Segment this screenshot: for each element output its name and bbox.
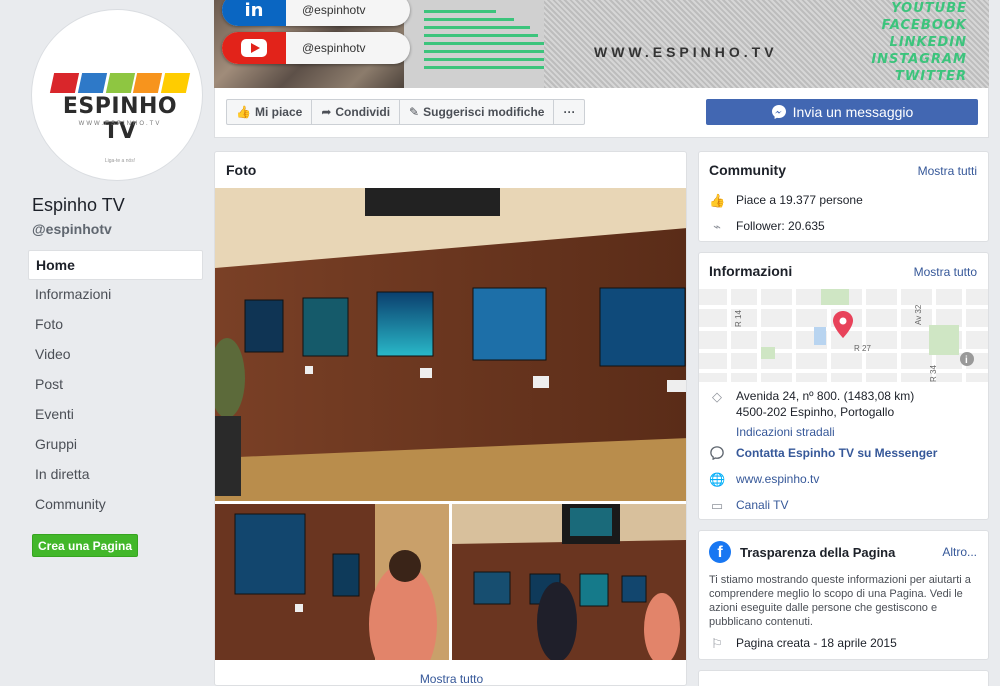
cover-social-list: YOUTUBE FACEBOOK LINKEDIN INSTAGRAM TWIT…: [871, 0, 967, 85]
messenger-row: Contatta Espinho TV su Messenger: [709, 446, 937, 462]
nav-item-eventi[interactable]: Eventi: [28, 400, 203, 430]
community-show-all-link[interactable]: Mostra tutti: [918, 164, 977, 178]
photo-exhibition-right[interactable]: [452, 504, 686, 660]
page-action-bar: 👍 Mi piace ➦ Condividi ✎ Suggerisci modi…: [214, 88, 989, 138]
cover-stripes: [424, 10, 544, 80]
cover-social-facebook: FACEBOOK: [881, 18, 967, 33]
address-line-2: 4500-202 Espinho, Portogallo: [736, 405, 895, 419]
messenger-icon: [771, 105, 786, 119]
youtube-handle: @espinhotv: [302, 41, 366, 55]
logo-url: WWW.ESPINHO.TV: [78, 121, 162, 127]
location-map[interactable]: R 14 R 27 Av 32 R 34 i: [699, 289, 988, 382]
thumbs-up-icon: 👍: [709, 193, 726, 208]
nav-item-video[interactable]: Video: [28, 340, 203, 370]
youtube-icon: [222, 32, 286, 64]
send-message-button[interactable]: Invia un messaggio: [706, 99, 978, 125]
category-row: ▭ Canali TV: [709, 498, 789, 514]
cover-social-youtube: YOUTUBE: [891, 1, 967, 16]
nav-item-gruppi[interactable]: Gruppi: [28, 430, 203, 460]
globe-icon: 🌐: [709, 472, 726, 487]
messenger-contact-link[interactable]: Contatta Espinho TV su Messenger: [736, 446, 937, 460]
info-show-all-link[interactable]: Mostra tutto: [914, 265, 977, 279]
like-button[interactable]: 👍 Mi piace: [226, 99, 313, 125]
flag-icon: ⚐: [711, 636, 723, 651]
directions-link[interactable]: Indicazioni stradali: [736, 425, 914, 439]
logo-tagline: Liga-te a nós!: [104, 158, 136, 164]
cover-photo[interactable]: in @espinhotv @espinhotv WWW.ESPINHO.TV …: [214, 0, 989, 88]
cover-social-instagram: INSTAGRAM: [871, 52, 967, 67]
linkedin-handle: @espinhotv: [302, 3, 366, 17]
page-handle[interactable]: @espinhotv: [32, 221, 112, 237]
messenger-icon: [709, 446, 725, 462]
website-row: 🌐 www.espinho.tv: [709, 472, 819, 488]
community-box: Community Mostra tutti 👍 Piace a 19.377 …: [698, 151, 989, 242]
photo-exhibition-left[interactable]: [215, 504, 449, 660]
transparency-more-link[interactable]: Altro...: [942, 545, 977, 559]
cover-social-linkedin: LINKEDIN: [889, 35, 967, 50]
directions-diamond-icon: ◇: [712, 389, 722, 404]
facebook-icon: f: [709, 541, 731, 563]
transparency-box: f Trasparenza della Pagina Altro... Ti s…: [698, 530, 989, 660]
share-button[interactable]: ➦ Condividi: [311, 99, 401, 125]
map-label-av32: Av 32: [914, 304, 923, 325]
logo-text: ESPINHO TV: [62, 94, 178, 144]
linkedin-icon: in: [222, 0, 286, 26]
next-box-partial: [698, 670, 989, 686]
pencil-icon: ✎: [409, 105, 420, 119]
svg-text:i: i: [965, 355, 968, 366]
photos-title[interactable]: Foto: [226, 162, 256, 178]
photos-panel: Foto Mostra tutto: [214, 151, 687, 686]
transparency-text: Ti stiamo mostrando queste informazioni …: [709, 574, 971, 628]
community-title[interactable]: Community: [709, 162, 786, 178]
website-link[interactable]: www.espinho.tv: [736, 472, 819, 486]
share-arrow-icon: ➦: [321, 105, 332, 119]
category-tv-icon: ▭: [710, 498, 724, 513]
suggest-edits-button[interactable]: ✎ Suggerisci modifiche: [399, 99, 555, 125]
thumbs-up-icon: 👍: [236, 105, 251, 119]
cover-linkedin-pill: in @espinhotv: [222, 0, 410, 26]
transparency-title: Trasparenza della Pagina: [740, 545, 896, 560]
nav-item-foto[interactable]: Foto: [28, 310, 203, 340]
nav-item-informazioni[interactable]: Informazioni: [28, 280, 203, 310]
page-nav: Home Informazioni Foto Video Post Eventi…: [28, 250, 203, 520]
more-options-button[interactable]: ···: [553, 99, 586, 125]
nav-item-community[interactable]: Community: [28, 490, 203, 520]
community-likes-row: 👍 Piace a 19.377 persone: [709, 193, 863, 208]
category-link[interactable]: Canali TV: [736, 498, 788, 512]
rss-icon: ⌁: [713, 219, 721, 234]
address-row: ◇ Avenida 24, nº 800. (1483,08 km) 4500-…: [709, 389, 914, 439]
cover-youtube-pill: @espinhotv: [222, 32, 410, 64]
address-line-1: Avenida 24, nº 800. (1483,08 km): [736, 389, 915, 403]
page-name[interactable]: Espinho TV: [32, 195, 125, 216]
page-created-row: ⚐ Pagina creata - 18 aprile 2015: [709, 636, 897, 652]
cover-social-twitter: TWITTER: [895, 69, 967, 84]
logo-color-blocks: [49, 73, 191, 93]
photo-exhibition-main[interactable]: [215, 188, 686, 501]
create-page-button[interactable]: Crea una Pagina: [32, 534, 138, 557]
nav-item-in-diretta[interactable]: In diretta: [28, 460, 203, 490]
map-label-r34: R 34: [929, 365, 938, 382]
map-label-r27: R 27: [854, 344, 871, 353]
profile-picture[interactable]: ESPINHO TV WWW.ESPINHO.TV Liga-te a nós!: [32, 10, 202, 180]
nav-item-post[interactable]: Post: [28, 370, 203, 400]
info-box: Informazioni Mostra tutto R 14 R 27 Av 3…: [698, 252, 989, 520]
info-title[interactable]: Informazioni: [709, 263, 792, 279]
community-followers-row: ⌁ Follower: 20.635: [709, 219, 825, 235]
photos-show-all-link[interactable]: Mostra tutto: [215, 672, 686, 685]
cover-url-text: WWW.ESPINHO.TV: [594, 44, 778, 60]
nav-item-home[interactable]: Home: [28, 250, 203, 280]
map-label-r14: R 14: [734, 310, 743, 327]
